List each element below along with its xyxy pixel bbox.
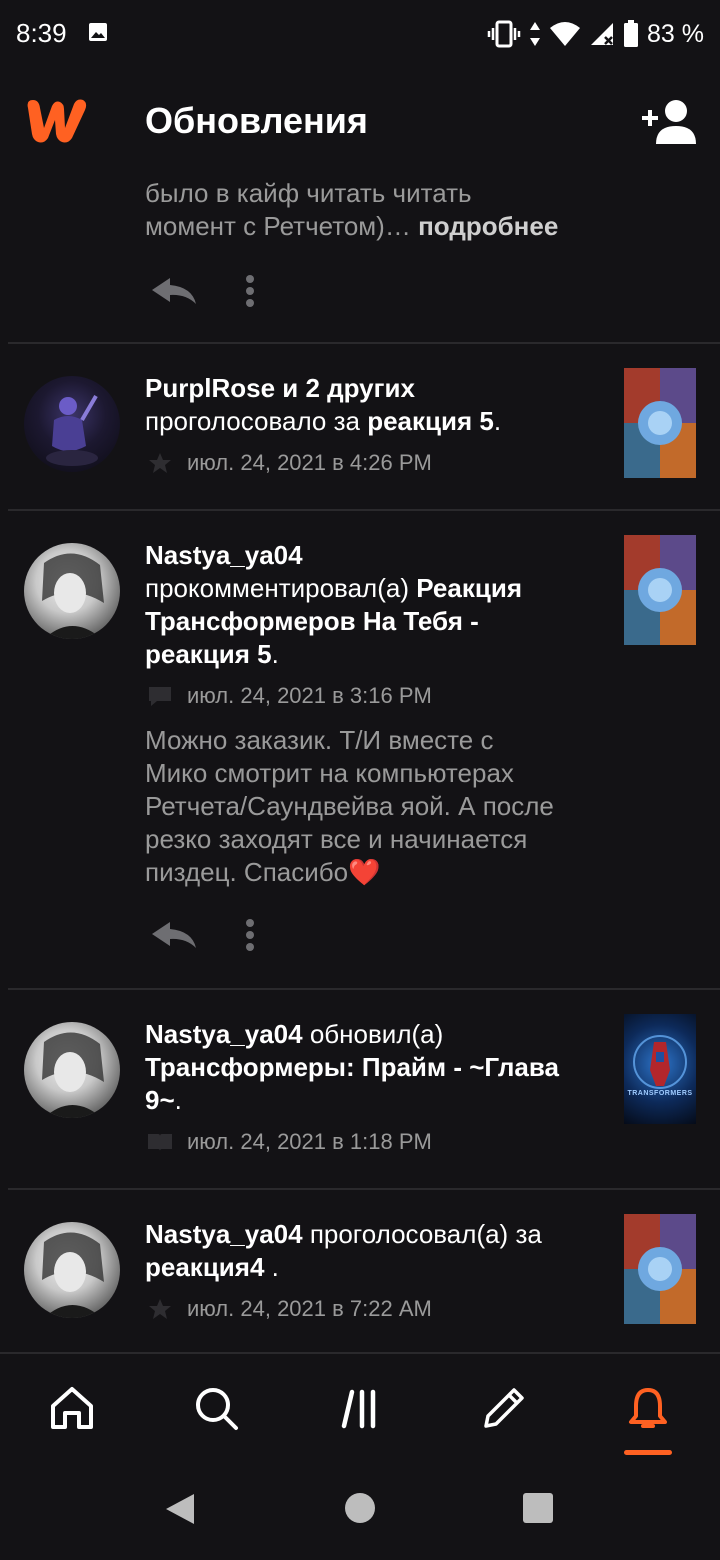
wattpad-logo-icon[interactable]: [22, 94, 90, 146]
timestamp: июл. 24, 2021 в 1:18 PM: [187, 1129, 432, 1154]
story-link[interactable]: реакция4: [145, 1252, 264, 1282]
comment-line: резко заходят все и начинается: [145, 824, 528, 854]
star-icon: [149, 1299, 171, 1319]
update-user[interactable]: Nastya_ya04: [145, 1219, 303, 1249]
image-notification-icon: [89, 23, 107, 41]
update-user[interactable]: Nastya_ya04: [145, 539, 605, 572]
avatar[interactable]: [24, 1222, 120, 1318]
comment-line: Можно заказик. Т/И вместе с: [145, 725, 494, 755]
cover-title: TRANSFORMERS: [627, 1090, 693, 1097]
data-arrows-icon: [530, 22, 541, 46]
recents-icon[interactable]: [522, 1492, 554, 1524]
book-icon: [148, 1134, 172, 1151]
read-more-link[interactable]: подробнее: [418, 211, 558, 241]
avatar-figure: [42, 553, 104, 639]
update-user[interactable]: Nastya_ya04: [145, 1019, 303, 1049]
timestamp: июл. 24, 2021 в 7:22 AM: [187, 1296, 432, 1321]
system-navigation-bar: [0, 1460, 720, 1560]
cover-art: [624, 1214, 696, 1324]
status-bar: 8:39 83 %: [0, 0, 720, 70]
update-item-vote[interactable]: PurplRose и 2 других проголосовало за ре…: [145, 372, 605, 438]
period: .: [264, 1252, 279, 1282]
period: .: [174, 1085, 182, 1115]
story-cover-thumbnail[interactable]: [624, 368, 696, 478]
updates-feed[interactable]: было в кайф читать читать момент с Ретче…: [0, 180, 720, 1352]
cover-art: [624, 368, 696, 478]
battery-icon: [624, 20, 639, 47]
back-icon[interactable]: [164, 1492, 196, 1526]
update-item-comment[interactable]: Nastya_ya04 прокомментировал(а) Реакция …: [145, 539, 605, 671]
story-link[interactable]: реакция 5: [367, 406, 494, 436]
avatar[interactable]: [24, 376, 120, 472]
update-meta: июл. 24, 2021 в 4:26 PM: [145, 450, 432, 476]
avatar-figure: [42, 1032, 104, 1118]
status-time: 8:39: [16, 18, 67, 48]
reply-icon[interactable]: [150, 276, 198, 306]
story-cover-thumbnail[interactable]: TRANSFORMERS: [624, 1014, 696, 1124]
heart-emoji: ❤️: [348, 857, 381, 887]
timestamp: июл. 24, 2021 в 3:16 PM: [187, 683, 432, 708]
notifications-icon[interactable]: [624, 1384, 672, 1432]
search-icon[interactable]: [192, 1384, 240, 1432]
home-icon[interactable]: [48, 1384, 96, 1432]
update-action: прокомментировал(а): [145, 573, 409, 603]
partial-comment-line: момент с Ретчетом)…: [145, 211, 411, 241]
more-options-icon[interactable]: [242, 916, 258, 956]
story-link[interactable]: Трансформеры: Прайм - ~Глава: [145, 1051, 605, 1084]
update-meta: июл. 24, 2021 в 1:18 PM: [145, 1129, 432, 1155]
update-meta: июл. 24, 2021 в 3:16 PM: [145, 683, 432, 709]
active-tab-indicator: [624, 1450, 672, 1455]
divider: [8, 509, 720, 511]
reply-icon[interactable]: [150, 920, 198, 950]
partial-comment: было в кайф читать читать момент с Ретче…: [145, 180, 605, 243]
bottom-navigation: [0, 1352, 720, 1462]
home-button-icon[interactable]: [344, 1492, 376, 1524]
comment-line: пиздец. Спасибо: [145, 857, 349, 887]
partial-comment-line: было в кайф читать читать: [145, 180, 472, 208]
avatar[interactable]: [24, 1022, 120, 1118]
app-bar: Обновления: [0, 70, 720, 180]
story-link[interactable]: Реакция: [416, 573, 522, 603]
avatar[interactable]: [24, 543, 120, 639]
more-options-icon[interactable]: [242, 272, 258, 312]
story-link[interactable]: 9~: [145, 1085, 175, 1115]
update-user[interactable]: PurplRose и 2 других: [145, 372, 605, 405]
update-action: обновил(а): [309, 1019, 444, 1049]
story-cover-thumbnail[interactable]: [624, 535, 696, 645]
library-icon[interactable]: [336, 1384, 384, 1432]
avatar-figure: [46, 394, 98, 466]
update-action: проголосовал(а) за: [309, 1219, 542, 1249]
update-item-vote[interactable]: Nastya_ya04 проголосовал(а) за реакция4 …: [145, 1218, 605, 1284]
battery-percent: 83 %: [647, 19, 704, 48]
vibrate-icon: [487, 20, 521, 48]
comment-body: Можно заказик. Т/И вместе с Мико смотрит…: [145, 724, 615, 889]
story-link[interactable]: Трансформеров На Тебя -: [145, 605, 605, 638]
comment-icon: [149, 687, 171, 706]
divider: [8, 988, 720, 990]
star-icon: [149, 453, 171, 473]
cell-signal-icon: [591, 23, 614, 45]
wifi-icon: [550, 22, 581, 46]
timestamp: июл. 24, 2021 в 4:26 PM: [187, 450, 432, 475]
divider: [8, 342, 720, 344]
period: .: [271, 639, 279, 669]
update-item-chapter[interactable]: Nastya_ya04 обновил(а) Трансформеры: Пра…: [145, 1018, 605, 1117]
divider: [8, 1188, 720, 1190]
period: .: [493, 406, 502, 436]
comment-line: Мико смотрит на компьютерах: [145, 758, 514, 788]
page-title: Обновления: [145, 100, 368, 141]
comment-line: Ретчета/Саундвейва яой. А после: [145, 791, 554, 821]
write-icon[interactable]: [480, 1384, 528, 1432]
add-friend-icon[interactable]: [640, 98, 698, 146]
avatar-figure: [42, 1232, 104, 1318]
update-meta: июл. 24, 2021 в 7:22 AM: [145, 1296, 432, 1322]
cover-art: [624, 535, 696, 645]
update-action: проголосовало за: [145, 406, 360, 436]
cover-art: [633, 1035, 687, 1089]
story-cover-thumbnail[interactable]: [624, 1214, 696, 1324]
story-link[interactable]: реакция 5: [145, 639, 272, 669]
